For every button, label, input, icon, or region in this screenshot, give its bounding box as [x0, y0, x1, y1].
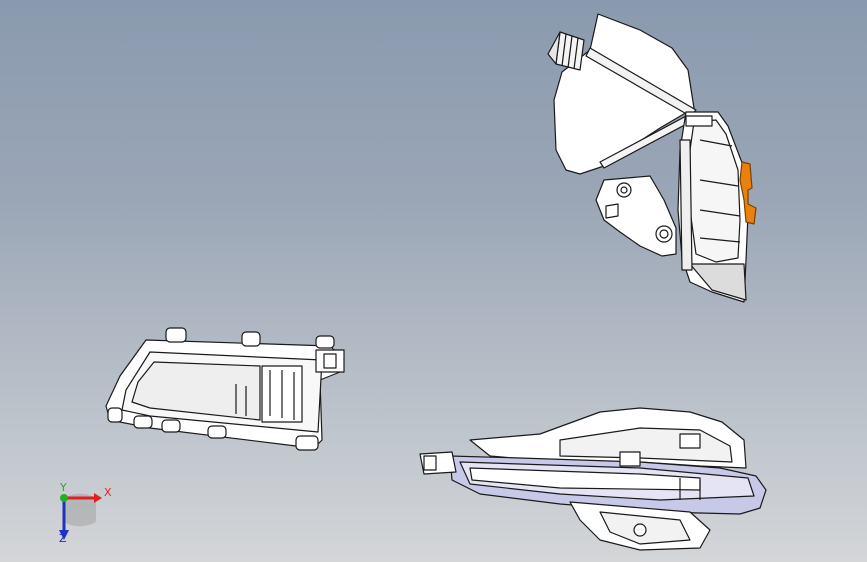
z-axis-label: Z [59, 532, 67, 545]
y-axis-label: Y [60, 481, 67, 494]
coordinate-triad: X Y Z [40, 478, 120, 548]
y-axis-dot [60, 494, 68, 502]
x-axis-label: X [104, 486, 112, 499]
outer-handle-model[interactable] [0, 0, 867, 562]
graphics-viewport[interactable]: X Y Z [0, 0, 867, 562]
x-axis-arrow [94, 493, 102, 503]
